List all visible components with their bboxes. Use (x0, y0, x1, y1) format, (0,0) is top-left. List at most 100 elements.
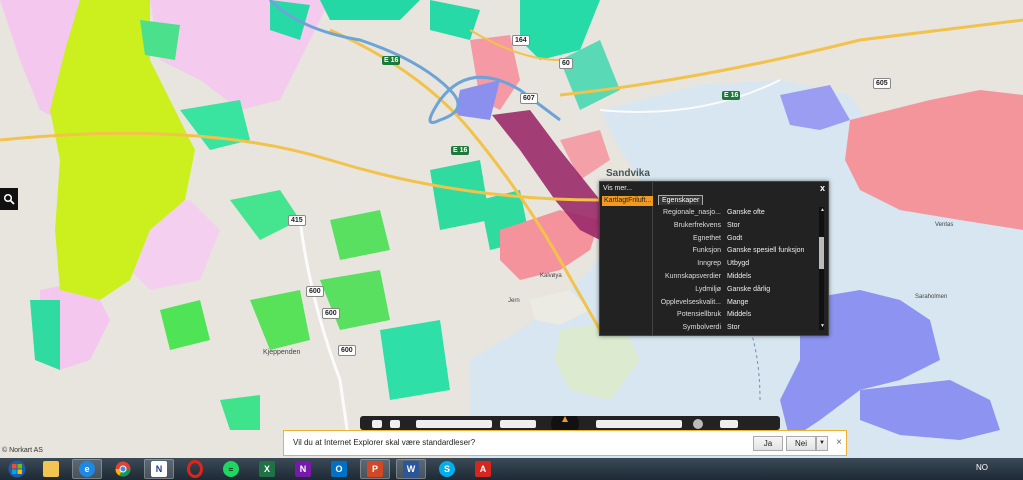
property-value: Middels (727, 272, 752, 280)
place-label-sandvika: Sandvika (606, 168, 650, 179)
property-key: Inngrep (697, 260, 721, 268)
start-button[interactable] (2, 459, 32, 479)
powerpoint-icon: P (367, 461, 383, 477)
windows-logo-icon (8, 460, 26, 478)
feature-info-popup: Vis mer... KartlagtFriluft... x Egenskap… (599, 181, 829, 336)
yes-button[interactable]: Ja (753, 436, 783, 451)
internet-explorer-icon: e (79, 461, 95, 477)
road-shield-600: 600 (322, 308, 340, 319)
road-shield-164: 164 (512, 35, 530, 46)
chrome-icon (115, 461, 131, 477)
property-key: Symbolverdi (682, 324, 721, 332)
scrollbar-thumb[interactable] (819, 237, 824, 269)
property-key: Funksjon (692, 247, 721, 255)
ie-default-browser-bar: Vil du at Internet Explorer skal være st… (283, 430, 847, 456)
toolbar-controls (372, 410, 738, 438)
popup-scrollbar[interactable] (819, 207, 824, 330)
popup-close-button[interactable]: x (820, 183, 825, 193)
map-view[interactable]: Sandvika Ventas Saraholmen Kjeppenden Ka… (0, 0, 1023, 458)
map-copyright: © Norkart AS (2, 447, 43, 454)
scroll-down-arrow-icon[interactable]: ▼ (820, 323, 825, 329)
taskbar-excel[interactable]: X (252, 459, 282, 479)
popup-layer-panel: Vis mer... KartlagtFriluft... (600, 182, 653, 335)
road-shield-60: 60 (559, 58, 573, 69)
property-value: Ganske ofte (727, 209, 765, 216)
acrobat-icon: A (475, 461, 491, 477)
word-icon: W (403, 461, 419, 477)
chevron-down-icon[interactable]: ▼ (816, 436, 828, 451)
windows-taskbar: e N ≈ X N O P W S A NO (0, 458, 1023, 480)
taskbar-chrome[interactable] (108, 459, 138, 479)
property-value: Ganske dårlig (727, 285, 771, 293)
place-label-saraholmen: Saraholmen (915, 294, 948, 300)
road-shield-e16: E 16 (451, 146, 470, 155)
taskbar-word[interactable]: W (396, 459, 426, 479)
taskbar-onenote[interactable]: N (288, 459, 318, 479)
property-key: Brukerfrekvens (673, 221, 721, 229)
place-label-ventas: Ventas (935, 222, 954, 228)
no-button[interactable]: Nei (786, 436, 816, 451)
language-indicator[interactable]: NO (976, 463, 988, 472)
property-key: Lydmiljø (695, 285, 721, 293)
skype-icon: S (439, 461, 455, 477)
opera-icon (187, 460, 203, 478)
road-shield-600: 600 (306, 286, 324, 297)
map-canvas[interactable] (0, 0, 1023, 458)
taskbar-outlook[interactable]: O (324, 459, 354, 479)
tab-egenskaper[interactable]: Egenskaper (658, 195, 704, 205)
taskbar-internet-explorer[interactable]: e (72, 459, 102, 479)
property-value: Stor (727, 324, 740, 332)
property-key: Opplevelseskvalit... (660, 298, 721, 306)
scroll-up-arrow-icon[interactable]: ▲ (820, 207, 825, 213)
property-row: Symbolverdi Stor (655, 322, 813, 332)
properties-list: Regionale_nasjo... Ganske ofte Brukerfrek… (655, 207, 813, 332)
taskbar-norkart-app[interactable]: N (144, 459, 174, 479)
property-value: Godt (727, 234, 743, 242)
property-value: Stor (727, 221, 740, 229)
road-shield-600: 600 (338, 345, 356, 356)
magnifier-icon (3, 193, 15, 205)
road-shield-605: 605 (873, 78, 891, 89)
place-label-kjeppenden: Kjeppenden (263, 349, 301, 356)
taskbar-opera[interactable] (180, 459, 210, 479)
taskbar-skype[interactable]: S (432, 459, 462, 479)
ie-bar-close-button[interactable]: × (836, 437, 842, 448)
map-toolbar (360, 410, 780, 438)
norkart-icon: N (151, 461, 167, 477)
taskbar-spotify[interactable]: ≈ (216, 459, 246, 479)
property-row: Egnethet Godt (655, 233, 813, 246)
property-row: Lydmiljø Ganske dårlig (655, 284, 813, 297)
place-label-kalvoya: Kalvøya (540, 273, 562, 279)
property-row: Opplevelseskvalit... Mange (655, 297, 813, 310)
road-shield-415: 415 (288, 215, 306, 226)
taskbar-powerpoint[interactable]: P (360, 459, 390, 479)
show-more-link[interactable]: Vis mer... (603, 185, 632, 192)
road-shield-607: 607 (520, 93, 538, 104)
property-key: Potensiellbruk (677, 311, 721, 319)
property-row: Potensiellbruk Middels (655, 309, 813, 322)
property-row: Funksjon Ganske spesiell funksjon (655, 245, 813, 258)
spotify-icon: ≈ (223, 461, 239, 477)
zoom-tool-button[interactable] (0, 188, 18, 210)
excel-icon: X (259, 461, 275, 477)
place-label-jern: Jern (508, 298, 520, 304)
folder-icon (43, 461, 59, 477)
road-shield-e16: E 16 (722, 91, 741, 100)
property-row: Brukerfrekvens Stor (655, 220, 813, 233)
property-key: Kunnskapsverdier (664, 272, 721, 280)
property-row: Regionale_nasjo... Ganske ofte (655, 207, 813, 220)
onenote-icon: N (295, 461, 311, 477)
property-row: Inngrep Utbygd (655, 258, 813, 271)
road-shield-e16: E 16 (382, 56, 401, 65)
property-value: Utbygd (727, 260, 750, 268)
ie-bar-message: Vil du at Internet Explorer skal være st… (293, 438, 476, 447)
taskbar-file-explorer[interactable] (36, 459, 66, 479)
property-value: Ganske spesiell funksjon (727, 247, 805, 255)
outlook-icon: O (331, 461, 347, 477)
layer-item-kartlagtfriluft[interactable]: KartlagtFriluft... (602, 196, 653, 206)
taskbar-acrobat[interactable]: A (468, 459, 498, 479)
property-value: Mange (727, 298, 749, 306)
property-value: Middels (727, 311, 752, 319)
property-key: Regionale_nasjo... (663, 209, 721, 216)
property-key: Egnethet (692, 234, 721, 242)
